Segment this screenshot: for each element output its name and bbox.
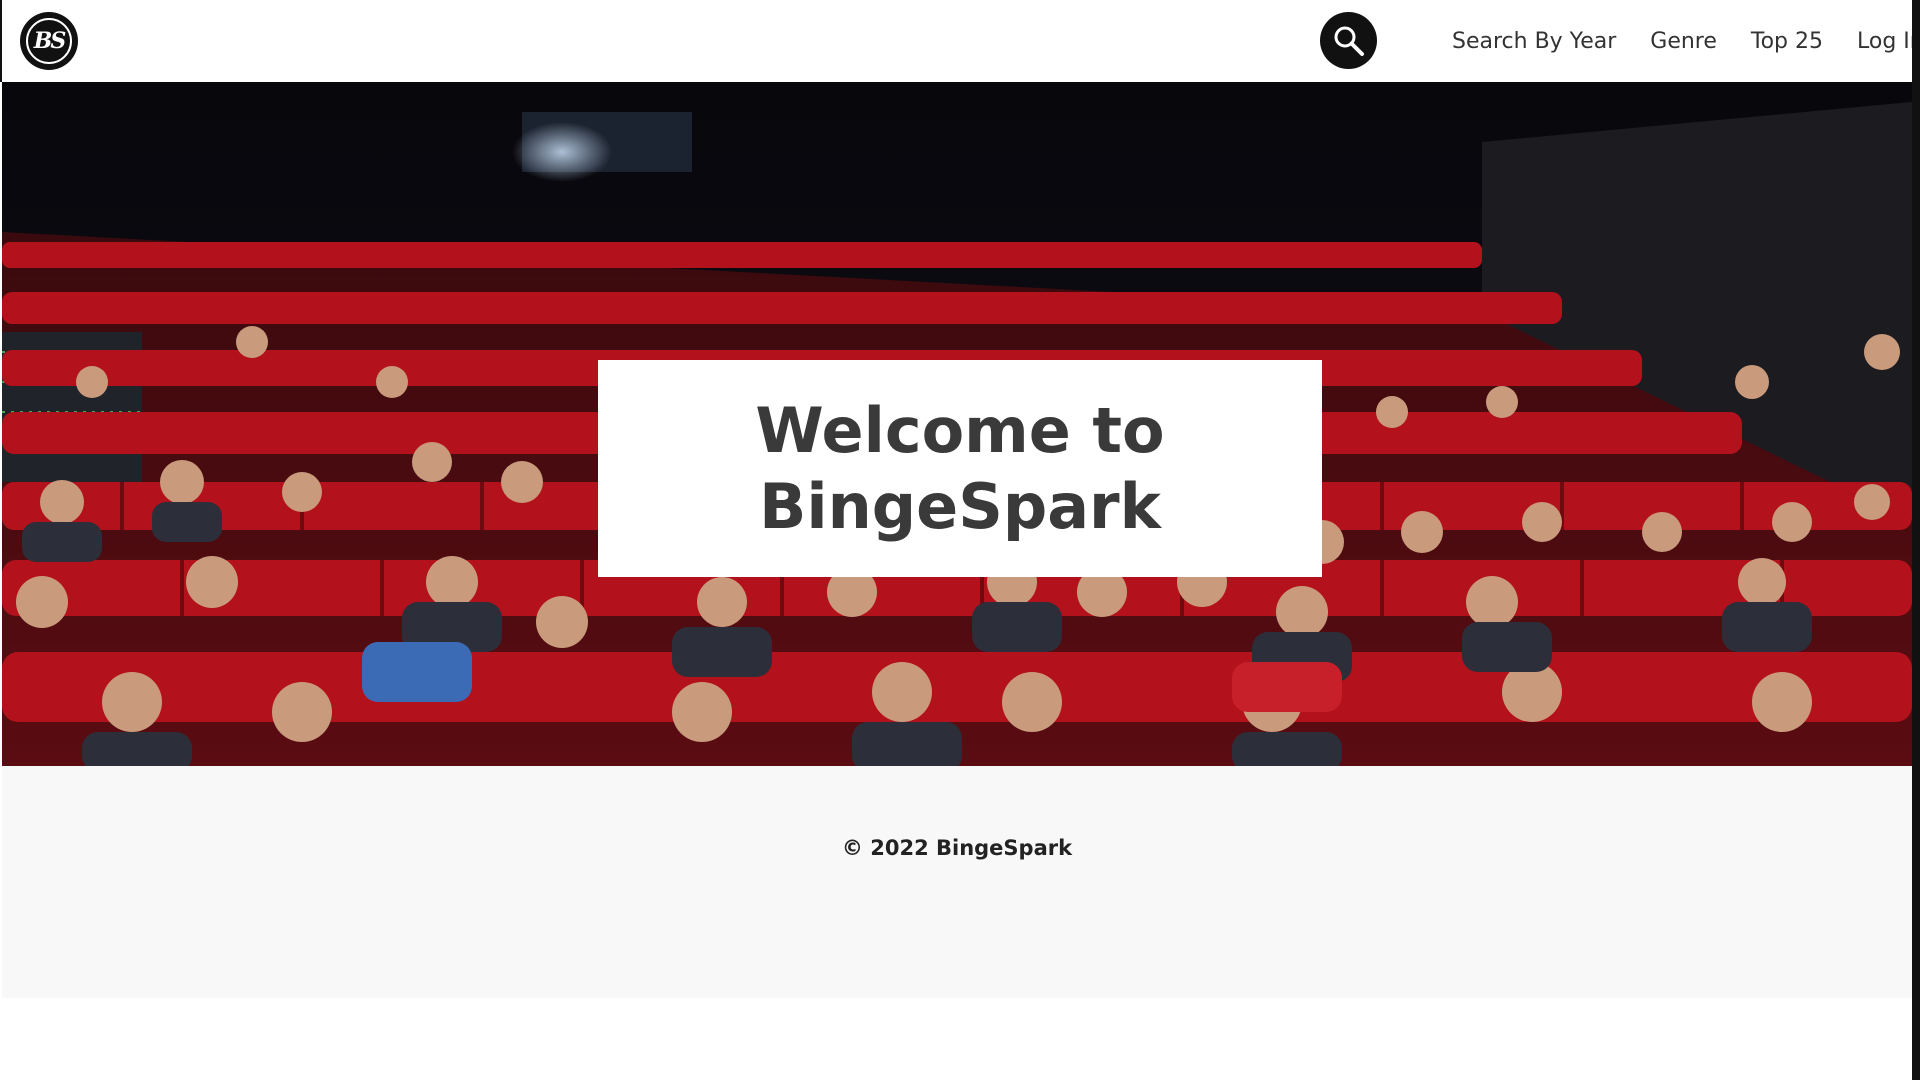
page: BS Search By Year Genre Top 25 Log In We…	[0, 0, 1920, 1080]
search-button[interactable]	[1320, 12, 1377, 69]
site-logo[interactable]: BS	[20, 12, 78, 70]
main-nav: Search By Year Genre Top 25 Log In	[1452, 0, 1920, 82]
nav-search-by-year[interactable]: Search By Year	[1452, 29, 1616, 54]
logo-text: BS	[33, 28, 67, 54]
hero-banner: Welcome to BingeSpark	[2, 82, 1912, 766]
footer-copyright: © 2022 BingeSpark	[841, 836, 1073, 860]
window-edge	[1912, 0, 1920, 1080]
search-icon	[1334, 26, 1364, 56]
welcome-heading-line1: Welcome to	[755, 393, 1165, 467]
welcome-heading-line2: BingeSpark	[759, 469, 1161, 543]
nav-top-25[interactable]: Top 25	[1751, 29, 1823, 54]
welcome-card: Welcome to BingeSpark	[598, 360, 1322, 577]
footer: © 2022 BingeSpark	[2, 766, 1912, 998]
navbar: BS Search By Year Genre Top 25 Log In	[0, 0, 1920, 82]
nav-genre[interactable]: Genre	[1650, 29, 1717, 54]
nav-log-in[interactable]: Log In	[1857, 29, 1920, 54]
